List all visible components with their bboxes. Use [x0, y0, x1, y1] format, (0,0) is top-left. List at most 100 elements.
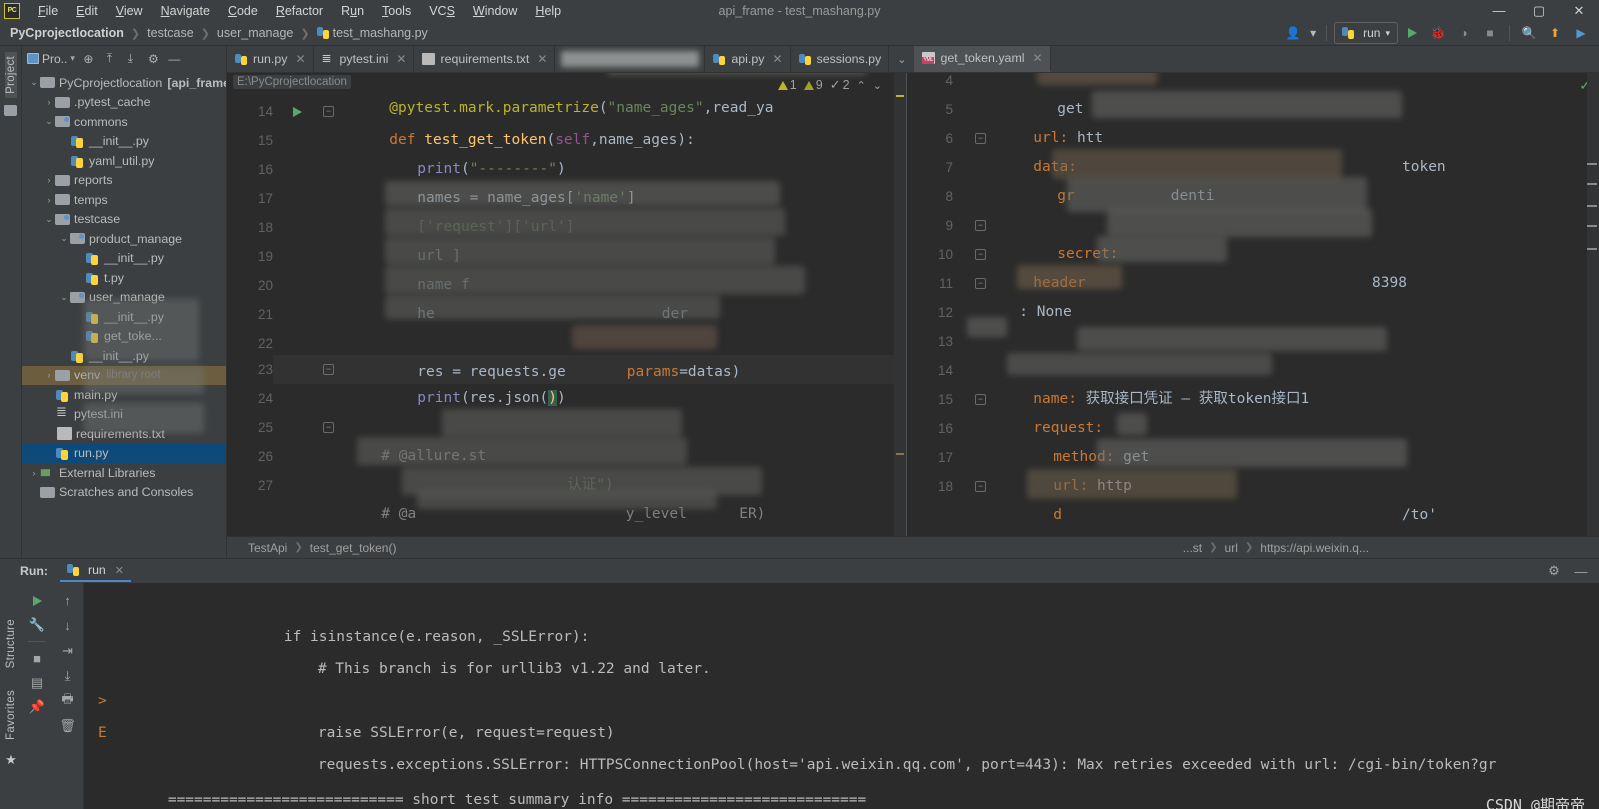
update-button[interactable]: ⬆	[1543, 22, 1567, 44]
tab-sessions-py[interactable]: sessions.py	[791, 46, 890, 72]
collapse-all-icon[interactable]: ⤓	[121, 49, 140, 68]
menu-file[interactable]: File	[29, 2, 67, 20]
chevron-down-icon[interactable]: ⌄	[28, 77, 40, 88]
project-panel-title[interactable]: Pro.. ▾	[25, 52, 77, 66]
warning-badge-1[interactable]: 1	[777, 78, 797, 92]
debug-button[interactable]: 🐞	[1426, 22, 1450, 44]
run-button[interactable]	[1400, 22, 1424, 44]
yaml-status-key[interactable]: url	[1222, 541, 1241, 555]
hide-panel-icon[interactable]: —	[165, 49, 184, 68]
close-icon[interactable]: ✕	[295, 52, 305, 66]
rerun-button[interactable]	[25, 589, 49, 612]
status-method-name[interactable]: test_get_token()	[307, 541, 400, 555]
menu-refactor[interactable]: Refactor	[267, 2, 332, 20]
menu-run[interactable]: Run	[332, 2, 373, 20]
tree-node-t-py[interactable]: t.py	[22, 268, 226, 288]
tool-window-structure-label[interactable]: Structure	[5, 615, 17, 672]
chevron-down-icon[interactable]: ⌄	[58, 233, 70, 244]
tree-node-temps[interactable]: › temps	[22, 190, 226, 210]
gear-icon[interactable]: ⚙	[1542, 560, 1566, 583]
chevron-right-icon[interactable]: ›	[43, 175, 55, 185]
tree-node-yaml-util-py[interactable]: yaml_util.py	[22, 151, 226, 171]
tree-node-init-py[interactable]: __init__.py	[22, 132, 226, 152]
tab-overflow-chevron-icon[interactable]: ⌄	[889, 46, 914, 72]
chevron-right-icon[interactable]: ›	[43, 195, 55, 205]
menu-help[interactable]: Help	[526, 2, 570, 20]
tree-node-reports[interactable]: › reports	[22, 171, 226, 191]
breadcrumb-project[interactable]: PyCprojectlocation	[10, 26, 124, 40]
tab-redacted[interactable]	[555, 46, 706, 72]
menu-edit[interactable]: Edit	[67, 2, 107, 20]
minimize-button[interactable]: —	[1479, 0, 1519, 21]
star-icon[interactable]: ★	[5, 752, 17, 768]
menu-code[interactable]: Code	[219, 2, 267, 20]
stop-button[interactable]: ■	[25, 647, 49, 670]
tree-node-init-py[interactable]: __init__.py	[22, 249, 226, 269]
locate-file-icon[interactable]: ⊕	[79, 49, 98, 68]
console-output[interactable]: if isinstance(e.reason, _SSLError): # Th…	[84, 583, 1599, 809]
soft-wrap-button[interactable]: ⇥	[56, 639, 80, 662]
tree-node-pytest-cache[interactable]: › .pytest_cache	[22, 93, 226, 113]
menu-view[interactable]: View	[107, 2, 152, 20]
trash-button[interactable]: 🗑	[56, 714, 80, 737]
chevron-right-icon[interactable]: ›	[28, 468, 40, 478]
tab-api-py[interactable]: api.py ✕	[705, 46, 791, 72]
expand-all-icon[interactable]: ⤒	[100, 49, 119, 68]
hide-panel-icon[interactable]: —	[1569, 560, 1593, 583]
chevron-up-icon[interactable]: ⌃	[857, 79, 866, 92]
settings-wrench-button[interactable]: 🔧	[25, 613, 49, 636]
chevron-down-icon[interactable]: ⌄	[43, 214, 55, 225]
print-button[interactable]: 🖶	[56, 689, 80, 712]
marker-stripe[interactable]	[1587, 73, 1599, 536]
menu-vcs[interactable]: VCS	[420, 2, 464, 20]
tool-window-favorites-label[interactable]: Favorites	[5, 686, 17, 744]
chevron-down-icon[interactable]: ⌄	[43, 116, 55, 127]
breadcrumb-file[interactable]: test_mashang.py	[333, 26, 428, 40]
chevron-right-icon[interactable]: ›	[43, 370, 55, 380]
menu-window[interactable]: Window	[464, 2, 526, 20]
coverage-button[interactable]: ◑	[1452, 22, 1476, 44]
pin-button[interactable]: 📌	[25, 695, 49, 718]
tab-requirements-txt[interactable]: requirements.txt ✕	[414, 46, 556, 72]
chevron-right-icon[interactable]: ›	[43, 97, 55, 107]
project-tree[interactable]: ⌄PyCprojectlocation[api_frame]E:\PyCproj…	[22, 71, 226, 558]
close-icon[interactable]: ✕	[396, 52, 406, 66]
run-tab[interactable]: run ✕	[60, 560, 131, 582]
gear-icon[interactable]: ⚙	[144, 49, 163, 68]
breadcrumb-testcase[interactable]: testcase	[147, 26, 194, 40]
inspection-badges[interactable]: 1 9 ✓ 2 ⌃ ⌄	[777, 77, 882, 93]
yaml-status-node[interactable]: ...st	[1180, 541, 1205, 555]
chevron-down-icon[interactable]: ⌄	[58, 292, 70, 303]
menu-tools[interactable]: Tools	[373, 2, 420, 20]
close-icon[interactable]: ✕	[1033, 51, 1043, 65]
plugin-button[interactable]: ▶	[1569, 22, 1593, 44]
layout-button[interactable]: ▤	[25, 671, 49, 694]
tree-node-product-manage[interactable]: ⌄ product_manage	[22, 229, 226, 249]
breadcrumb-user-manage[interactable]: user_manage	[217, 26, 293, 40]
tree-node-run-py[interactable]: run.py	[22, 443, 226, 463]
check-badge[interactable]: ✓ 2	[830, 77, 850, 93]
tree-node-scratches-and-consoles[interactable]: Scratches and Consoles	[22, 483, 226, 503]
close-icon[interactable]: ✕	[537, 52, 547, 66]
tab-get-token-yaml[interactable]: get_token.yaml ✕	[914, 46, 1051, 72]
folder-icon[interactable]	[4, 104, 17, 116]
yaml-editor-pane[interactable]: ✓ 4 get 5 url: htt token 6 − data: 7 gr	[907, 73, 1599, 536]
python-editor-pane[interactable]: E:\PyCprojectlocation 1 9 ✓ 2 ⌃ ⌄ @pytes…	[227, 73, 907, 536]
close-icon[interactable]: ✕	[772, 52, 782, 66]
chevron-down-icon[interactable]: ⌄	[873, 79, 882, 92]
down-arrow-button[interactable]: ↓	[56, 614, 80, 637]
yaml-status-value[interactable]: https://api.weixin.q...	[1257, 541, 1599, 555]
close-icon[interactable]: ✕	[115, 564, 124, 577]
tree-node-external-libraries[interactable]: › External Libraries	[22, 463, 226, 483]
marker-stripe[interactable]	[894, 73, 906, 536]
tab-pytest-ini[interactable]: pytest.ini ✕	[314, 46, 415, 72]
run-configuration-selector[interactable]: run ▾	[1334, 22, 1398, 44]
menu-navigate[interactable]: Navigate	[152, 2, 219, 20]
tab-run-py[interactable]: run.py ✕	[227, 46, 314, 72]
stop-button[interactable]: ■	[1478, 22, 1502, 44]
up-arrow-button[interactable]: ↑	[56, 589, 80, 612]
warning-badge-2[interactable]: 9	[803, 78, 823, 92]
user-icon[interactable]: 👤	[1281, 22, 1305, 44]
search-icon[interactable]: 🔍	[1517, 22, 1541, 44]
tree-node-testcase[interactable]: ⌄ testcase	[22, 210, 226, 230]
